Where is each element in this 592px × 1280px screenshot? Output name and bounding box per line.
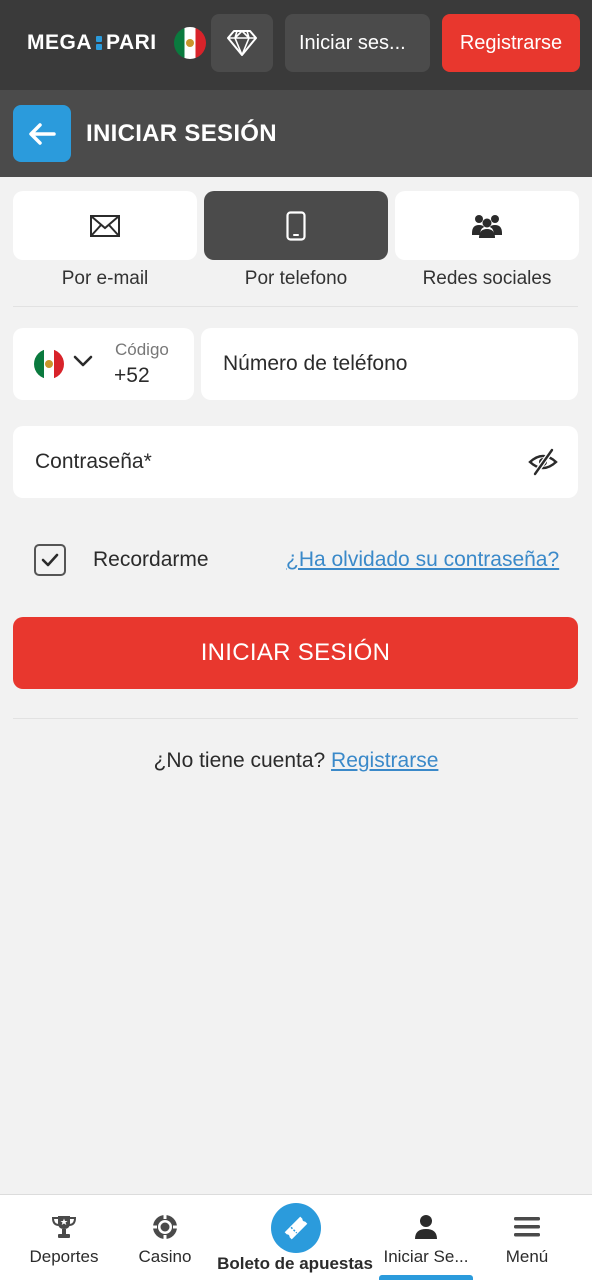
bet-slip-badge [271, 1203, 321, 1253]
active-tab-indicator [379, 1275, 473, 1280]
ticket-icon [284, 1216, 308, 1240]
tab-phone[interactable] [204, 191, 388, 260]
nav-bet-slip-label: Boleto de apuestas [217, 1254, 373, 1273]
top-bar: MEGA PARI Iniciar ses... Registrarse [0, 0, 592, 90]
envelope-icon [90, 214, 120, 237]
page-header: INICIAR SESIÓN [0, 90, 592, 177]
casino-chip-icon [153, 1215, 177, 1239]
no-account-prompt: ¿No tiene cuenta? Registrarse [0, 749, 592, 773]
tab-email-label: Por e-mail [61, 268, 149, 289]
chevron-down-icon [73, 355, 93, 367]
country-code-value: +52 [114, 364, 150, 387]
vip-diamond-button[interactable] [211, 14, 273, 72]
register-link[interactable]: Registrarse [331, 749, 438, 772]
phone-field[interactable] [201, 328, 578, 400]
users-icon [472, 214, 502, 238]
remember-label[interactable]: Recordarme [93, 548, 209, 572]
nav-casino-label: Casino [138, 1247, 192, 1266]
hamburger-icon [514, 1217, 540, 1237]
nav-bet-slip[interactable]: Boleto de apuestas [210, 1195, 380, 1280]
mexico-flag-icon [34, 349, 64, 379]
tab-social-label: Redes sociales [422, 268, 552, 289]
nav-menu-label: Menú [505, 1247, 549, 1266]
logo-separator [94, 33, 104, 53]
phone-icon [286, 210, 306, 241]
nav-casino[interactable]: Casino [118, 1195, 212, 1280]
tab-social[interactable] [395, 191, 579, 260]
nav-login[interactable]: Iniciar Se... [376, 1195, 476, 1280]
forgot-password-link[interactable]: ¿Ha olvidado su contraseña? [286, 548, 559, 572]
diamond-icon [227, 30, 257, 56]
tab-email[interactable] [13, 191, 197, 260]
tab-phone-label: Por telefono [244, 268, 348, 289]
arrow-left-icon [29, 122, 56, 145]
country-code-select[interactable]: Código +52 [13, 328, 194, 400]
country-code-label: Código [115, 340, 169, 359]
phone-number-input[interactable] [201, 328, 578, 400]
checkmark-icon [41, 553, 59, 567]
mexico-flag-icon [174, 27, 206, 59]
password-input[interactable] [13, 426, 578, 498]
logo-text-right: PARI [106, 31, 157, 54]
header-register-button[interactable]: Registrarse [442, 14, 580, 72]
nav-sports-label: Deportes [29, 1247, 99, 1266]
nav-login-label: Iniciar Se... [383, 1247, 469, 1266]
divider [13, 306, 578, 307]
header-login-button[interactable]: Iniciar ses... [285, 14, 430, 72]
megapari-logo[interactable]: MEGA PARI [27, 27, 206, 59]
no-account-text: ¿No tiene cuenta? [153, 749, 326, 772]
remember-checkbox[interactable] [34, 544, 66, 576]
eye-slash-icon[interactable] [528, 448, 558, 476]
back-button[interactable] [13, 105, 71, 162]
login-submit-button[interactable]: INICIAR SESIÓN [13, 617, 578, 689]
divider [13, 718, 578, 719]
logo-text-left: MEGA [27, 31, 92, 54]
user-icon [415, 1215, 437, 1239]
trophy-icon [51, 1216, 77, 1238]
page-title: INICIAR SESIÓN [86, 120, 277, 147]
nav-sports[interactable]: Deportes [14, 1195, 114, 1280]
bottom-navigation: Deportes Casino Boleto de apuestas Inici… [0, 1194, 592, 1280]
nav-menu[interactable]: Menú [478, 1195, 576, 1280]
password-field[interactable] [13, 426, 578, 498]
